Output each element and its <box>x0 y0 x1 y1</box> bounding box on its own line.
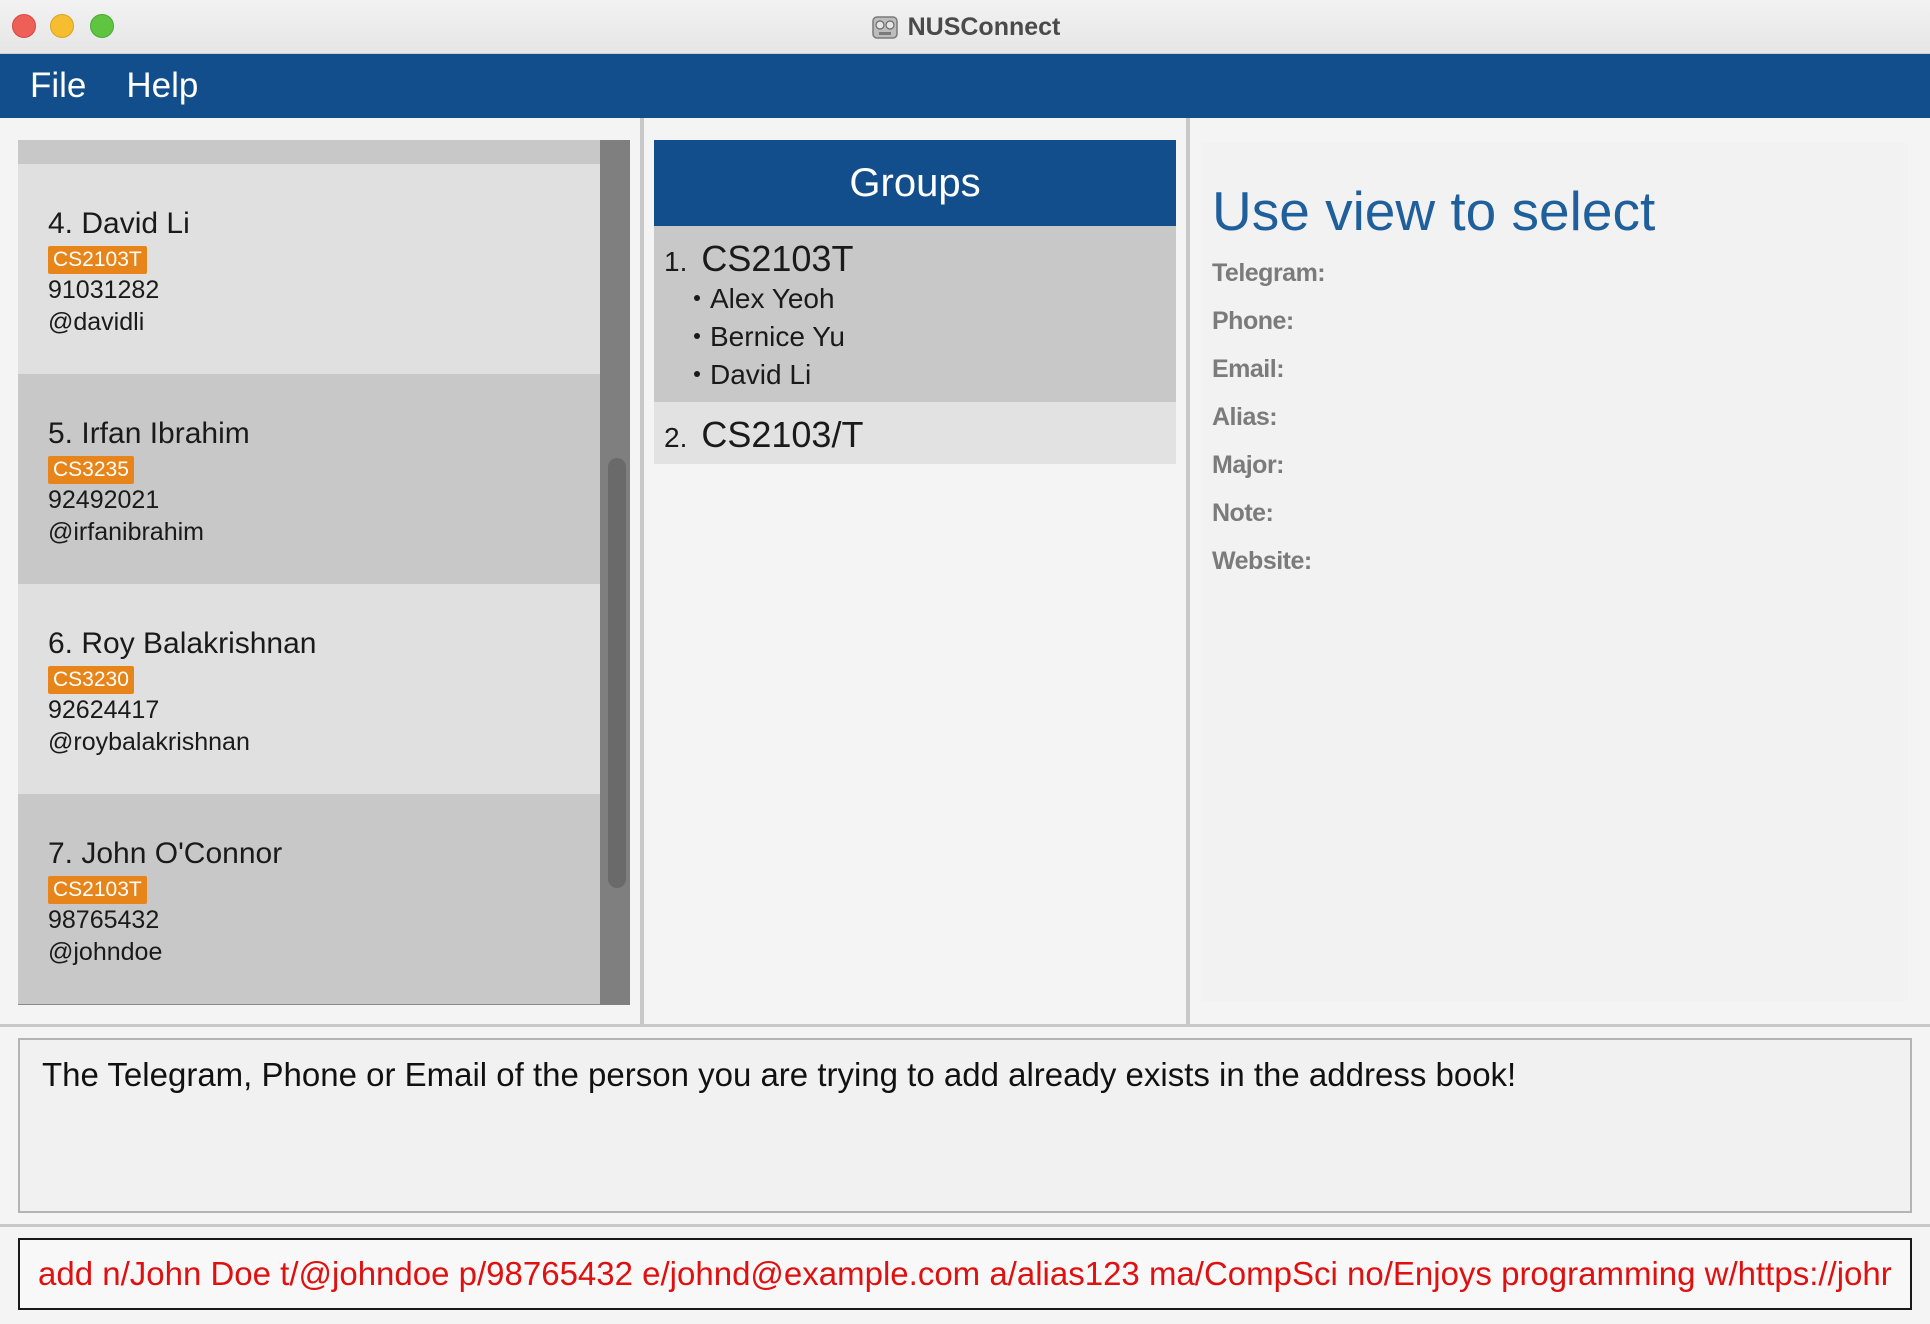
person-telegram: @roybalakrishnan <box>48 728 250 756</box>
menu-help[interactable]: Help <box>126 66 198 106</box>
member-name: David Li <box>710 359 812 390</box>
pane-divider[interactable] <box>0 1224 1930 1227</box>
person-tag: CS2103T <box>48 246 147 274</box>
detail-field-phone: Phone: <box>1212 307 1294 335</box>
groups-header: Groups <box>654 140 1176 226</box>
person-telegram: @davidli <box>48 308 145 336</box>
app-logo-icon <box>871 16 898 39</box>
group-index: 1. <box>664 246 688 277</box>
group-title: 2. CS2103/T <box>664 414 1176 456</box>
window-title-area: NUSConnect <box>0 0 1930 54</box>
scrollbar-thumb[interactable] <box>608 458 626 888</box>
person-phone: 92624417 <box>48 696 160 724</box>
person-name: 4. David Li <box>48 207 190 240</box>
bullet-icon <box>694 370 700 377</box>
person-telegram: @johndoe <box>48 938 163 966</box>
detail-field-major: Major: <box>1212 451 1285 479</box>
person-phone: 92492021 <box>48 486 160 514</box>
title-bar: NUSConnect <box>0 0 1930 54</box>
person-card[interactable]: 4. David Li CS2103T 91031282 @davidli <box>18 164 600 374</box>
group-member: Alex Yeoh <box>664 280 1176 318</box>
member-name: Bernice Yu <box>710 321 845 352</box>
person-list[interactable]: 4. David Li CS2103T 91031282 @davidli 5.… <box>18 140 600 1005</box>
bullet-icon <box>694 332 700 339</box>
person-detail-panel: Use view to select Telegram: Phone: Emai… <box>1202 143 1908 1001</box>
groups-panel: Groups 1. CS2103T Alex Yeoh Bernice Yu D… <box>654 140 1176 986</box>
menu-bar: File Help <box>0 54 1930 118</box>
person-list-panel: 4. David Li CS2103T 91031282 @davidli 5.… <box>18 140 630 1005</box>
bullet-icon <box>694 294 700 301</box>
person-name: 7. John O'Connor <box>48 837 283 870</box>
member-name: Alex Yeoh <box>710 283 835 314</box>
group-member: David Li <box>664 356 1176 394</box>
person-tag: CS2103T <box>48 876 147 904</box>
column-divider[interactable] <box>640 118 644 1026</box>
detail-field-telegram: Telegram: <box>1212 259 1326 287</box>
result-display[interactable]: The Telegram, Phone or Email of the pers… <box>18 1038 1912 1213</box>
group-name: CS2103T <box>701 238 854 279</box>
column-divider[interactable] <box>1186 118 1190 1026</box>
group-card[interactable]: 1. CS2103T Alex Yeoh Bernice Yu David Li <box>654 226 1176 402</box>
person-phone: 91031282 <box>48 276 160 304</box>
menu-file[interactable]: File <box>30 66 86 106</box>
command-box[interactable] <box>18 1238 1912 1310</box>
person-name: 5. Irfan Ibrahim <box>48 417 250 450</box>
detail-field-email: Email: <box>1212 355 1285 383</box>
group-card[interactable]: 2. CS2103/T <box>654 402 1176 464</box>
person-card[interactable]: 5. Irfan Ibrahim CS3235 92492021 @irfani… <box>18 374 600 584</box>
person-name: 6. Roy Balakrishnan <box>48 627 317 660</box>
person-tag: CS3230 <box>48 666 134 694</box>
list-item-partial[interactable] <box>18 140 600 164</box>
detail-field-alias: Alias: <box>1212 403 1278 431</box>
pane-divider[interactable] <box>0 1024 1930 1027</box>
window-title: NUSConnect <box>907 12 1061 41</box>
group-title: 1. CS2103T <box>664 238 1176 280</box>
detail-title: Use view to select <box>1212 180 1656 242</box>
person-card[interactable]: 6. Roy Balakrishnan CS3230 92624417 @roy… <box>18 584 600 794</box>
person-phone: 98765432 <box>48 906 160 934</box>
group-index: 2. <box>664 422 688 453</box>
person-card[interactable]: 7. John O'Connor CS2103T 98765432 @johnd… <box>18 794 600 1004</box>
person-tag: CS3235 <box>48 456 134 484</box>
detail-field-website: Website: <box>1212 547 1312 575</box>
group-member: Bernice Yu <box>664 318 1176 356</box>
command-input[interactable] <box>38 1255 1892 1293</box>
person-telegram: @irfanibrahim <box>48 518 204 546</box>
detail-field-note: Note: <box>1212 499 1274 527</box>
result-message: The Telegram, Phone or Email of the pers… <box>42 1056 1517 1093</box>
group-name: CS2103/T <box>701 414 864 455</box>
person-list-scrollbar[interactable] <box>600 140 630 1005</box>
